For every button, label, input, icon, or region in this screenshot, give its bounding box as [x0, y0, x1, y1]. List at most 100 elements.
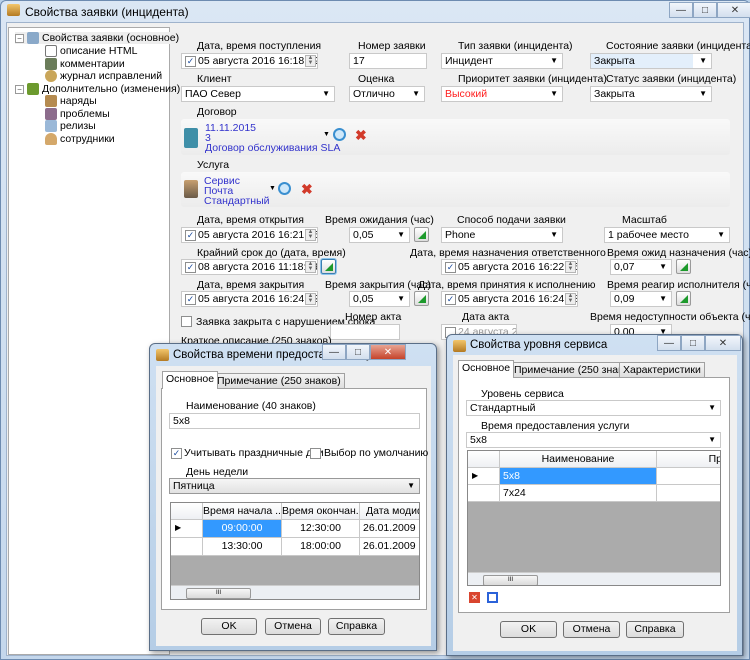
column-header[interactable]: Наименование	[500, 451, 657, 468]
html-doc-icon	[45, 45, 57, 57]
chevron-down-icon: ▼	[550, 56, 558, 65]
tree-item-additional[interactable]: − Дополнительно (изменения)	[15, 83, 180, 95]
time-list-grid[interactable]: Наименование Пр ▶ 5x8 7x24 III	[467, 450, 721, 586]
spin-icon[interactable]: ▲ ▼	[305, 293, 316, 305]
ok-button[interactable]: OK	[500, 621, 557, 638]
react-combo[interactable]: 0,09 ▼	[610, 291, 672, 307]
table-cell[interactable]: 7x24	[500, 485, 657, 502]
table-cell[interactable]: 26.01.2009 20:	[360, 538, 419, 556]
table-cell[interactable]: 13:30:00	[203, 538, 282, 556]
column-header[interactable]: Дата модифи	[360, 503, 419, 520]
close-button[interactable]: ✕	[370, 344, 406, 360]
search-icon[interactable]	[278, 182, 291, 195]
deadline-datepicker[interactable]: ✓ 08 августа 2016 11:18:29 ▲ ▼	[181, 259, 318, 275]
service-link-3[interactable]: Стандартный	[204, 195, 270, 207]
closed-datepicker[interactable]: ✓ 05 августа 2016 16:24:32 ▲ ▼	[181, 291, 318, 307]
default-checkbox[interactable]	[310, 447, 323, 459]
table-cell[interactable]	[657, 485, 720, 502]
act-number-input[interactable]	[330, 324, 400, 340]
close-time-combo[interactable]: 0,05 ▼	[349, 291, 410, 307]
tree-item-orders[interactable]: наряды	[45, 95, 97, 107]
time-grid[interactable]: Время начала ... Время окончан... Дата м…	[170, 502, 420, 600]
violation-checkbox[interactable]	[181, 315, 194, 327]
calculate-deadline-button[interactable]	[321, 259, 336, 274]
holidays-checkbox[interactable]: ✓	[171, 447, 184, 459]
cancel-button[interactable]: Отмена	[563, 621, 620, 638]
contract-label: Договор	[197, 106, 237, 118]
close-button[interactable]: ✕	[717, 2, 750, 18]
table-cell[interactable]: 12:30:00	[282, 520, 360, 538]
scale-combo[interactable]: 1 рабочее место ▼	[604, 227, 730, 243]
method-combo[interactable]: Phone ▼	[441, 227, 563, 243]
tab-characteristics[interactable]: Характеристики	[619, 362, 705, 378]
contract-name-link[interactable]: Договор обслуживания SLA	[205, 142, 340, 154]
cancel-button[interactable]: Отмена	[265, 618, 321, 635]
tree-item-properties[interactable]: − Свойства заявки (основное)	[15, 32, 180, 44]
contract-date-link[interactable]: 11.11.2015	[205, 122, 256, 134]
clear-icon[interactable]: ✖	[355, 127, 367, 144]
maximize-button[interactable]: □	[693, 2, 717, 18]
calculate-react-button[interactable]	[676, 291, 691, 306]
tree-item-employees[interactable]: сотрудники	[45, 133, 115, 145]
close-button[interactable]: ✕	[705, 335, 741, 351]
number-input[interactable]: 17	[349, 53, 427, 69]
search-icon[interactable]	[333, 128, 346, 141]
spin-icon[interactable]: ▲ ▼	[565, 261, 576, 273]
service-dropdown-icon[interactable]: ▼	[269, 185, 276, 192]
calculate-wait-button[interactable]	[414, 227, 429, 242]
table-cell[interactable]: 18:00:00	[282, 538, 360, 556]
minimize-button[interactable]: —	[669, 2, 693, 18]
priority-combo[interactable]: Высокий ▼	[441, 86, 563, 102]
spin-icon[interactable]: ▲ ▼	[565, 293, 576, 305]
clear-icon[interactable]: ✖	[301, 181, 313, 198]
table-cell[interactable]: 5x8	[500, 468, 657, 485]
tree-item-problems[interactable]: проблемы	[45, 108, 110, 120]
tab-main[interactable]: Основное	[162, 371, 219, 389]
table-cell[interactable]: 26.01.2009 20:	[360, 520, 419, 538]
minimize-button[interactable]: —	[657, 335, 681, 351]
weekday-combo[interactable]: Пятница ▼	[169, 478, 420, 494]
maximize-button[interactable]: □	[346, 344, 370, 360]
contract-dropdown-icon[interactable]: ▼	[323, 131, 330, 138]
horizontal-scrollbar[interactable]: III	[171, 585, 419, 599]
calculate-assign-button[interactable]	[676, 259, 691, 274]
maximize-button[interactable]: □	[681, 335, 705, 351]
wait-combo[interactable]: 0,05 ▼	[349, 227, 410, 243]
time-combo[interactable]: 5x8 ▼	[466, 432, 721, 448]
minimize-button[interactable]: —	[322, 344, 346, 360]
tree-item-log[interactable]: журнал исправлений	[45, 70, 162, 82]
tree-item-html[interactable]: описание HTML	[45, 45, 137, 57]
tree-item-releases[interactable]: релизы	[45, 120, 96, 132]
accepted-datepicker[interactable]: ✓ 05 августа 2016 16:24:08 ▲ ▼	[441, 291, 578, 307]
assign-wait-combo[interactable]: 0,07 ▼	[610, 259, 672, 275]
assigned-datepicker[interactable]: ✓ 05 августа 2016 16:22:36 ▲ ▼	[441, 259, 578, 275]
spin-icon[interactable]: ▲ ▼	[305, 229, 316, 241]
name-input[interactable]: 5x8	[169, 413, 420, 429]
level-combo[interactable]: Стандартный ▼	[466, 400, 721, 416]
ok-button[interactable]: OK	[201, 618, 257, 635]
table-cell[interactable]: 09:00:00	[203, 520, 282, 538]
table-cell[interactable]	[657, 468, 720, 485]
delete-icon[interactable]: ✕	[469, 592, 480, 603]
rating-combo[interactable]: Отлично ▼	[349, 86, 425, 102]
spin-icon[interactable]: ▲ ▼	[305, 55, 316, 67]
help-button[interactable]: Справка	[626, 621, 684, 638]
received-datepicker[interactable]: ✓ 05 августа 2016 16:18:29 ▲ ▼	[181, 53, 318, 69]
open-icon[interactable]	[487, 592, 498, 603]
opened-datepicker[interactable]: ✓ 05 августа 2016 16:21:26 ▲ ▼	[181, 227, 318, 243]
help-button[interactable]: Справка	[328, 618, 385, 635]
type-combo[interactable]: Инцидент ▼	[441, 53, 563, 69]
spin-icon[interactable]: ▲ ▼	[305, 261, 316, 273]
state-combo[interactable]: Закрыта ▼	[590, 53, 712, 69]
tree-item-comments[interactable]: комментарии	[45, 58, 125, 70]
horizontal-scrollbar[interactable]: III	[468, 572, 720, 585]
column-header[interactable]: Пр	[657, 451, 720, 468]
column-header[interactable]: Время начала ...	[203, 503, 282, 520]
column-header[interactable]: Время окончан...	[282, 503, 360, 520]
status-combo[interactable]: Закрыта ▼	[590, 86, 712, 102]
tab-note[interactable]: Примечание (250 знаков)	[213, 373, 345, 389]
tab-main[interactable]: Основное	[458, 360, 515, 378]
client-combo[interactable]: ПАО Север ▼	[181, 86, 335, 102]
chevron-down-icon: ▼	[708, 435, 716, 444]
calculate-close-button[interactable]	[414, 291, 429, 306]
